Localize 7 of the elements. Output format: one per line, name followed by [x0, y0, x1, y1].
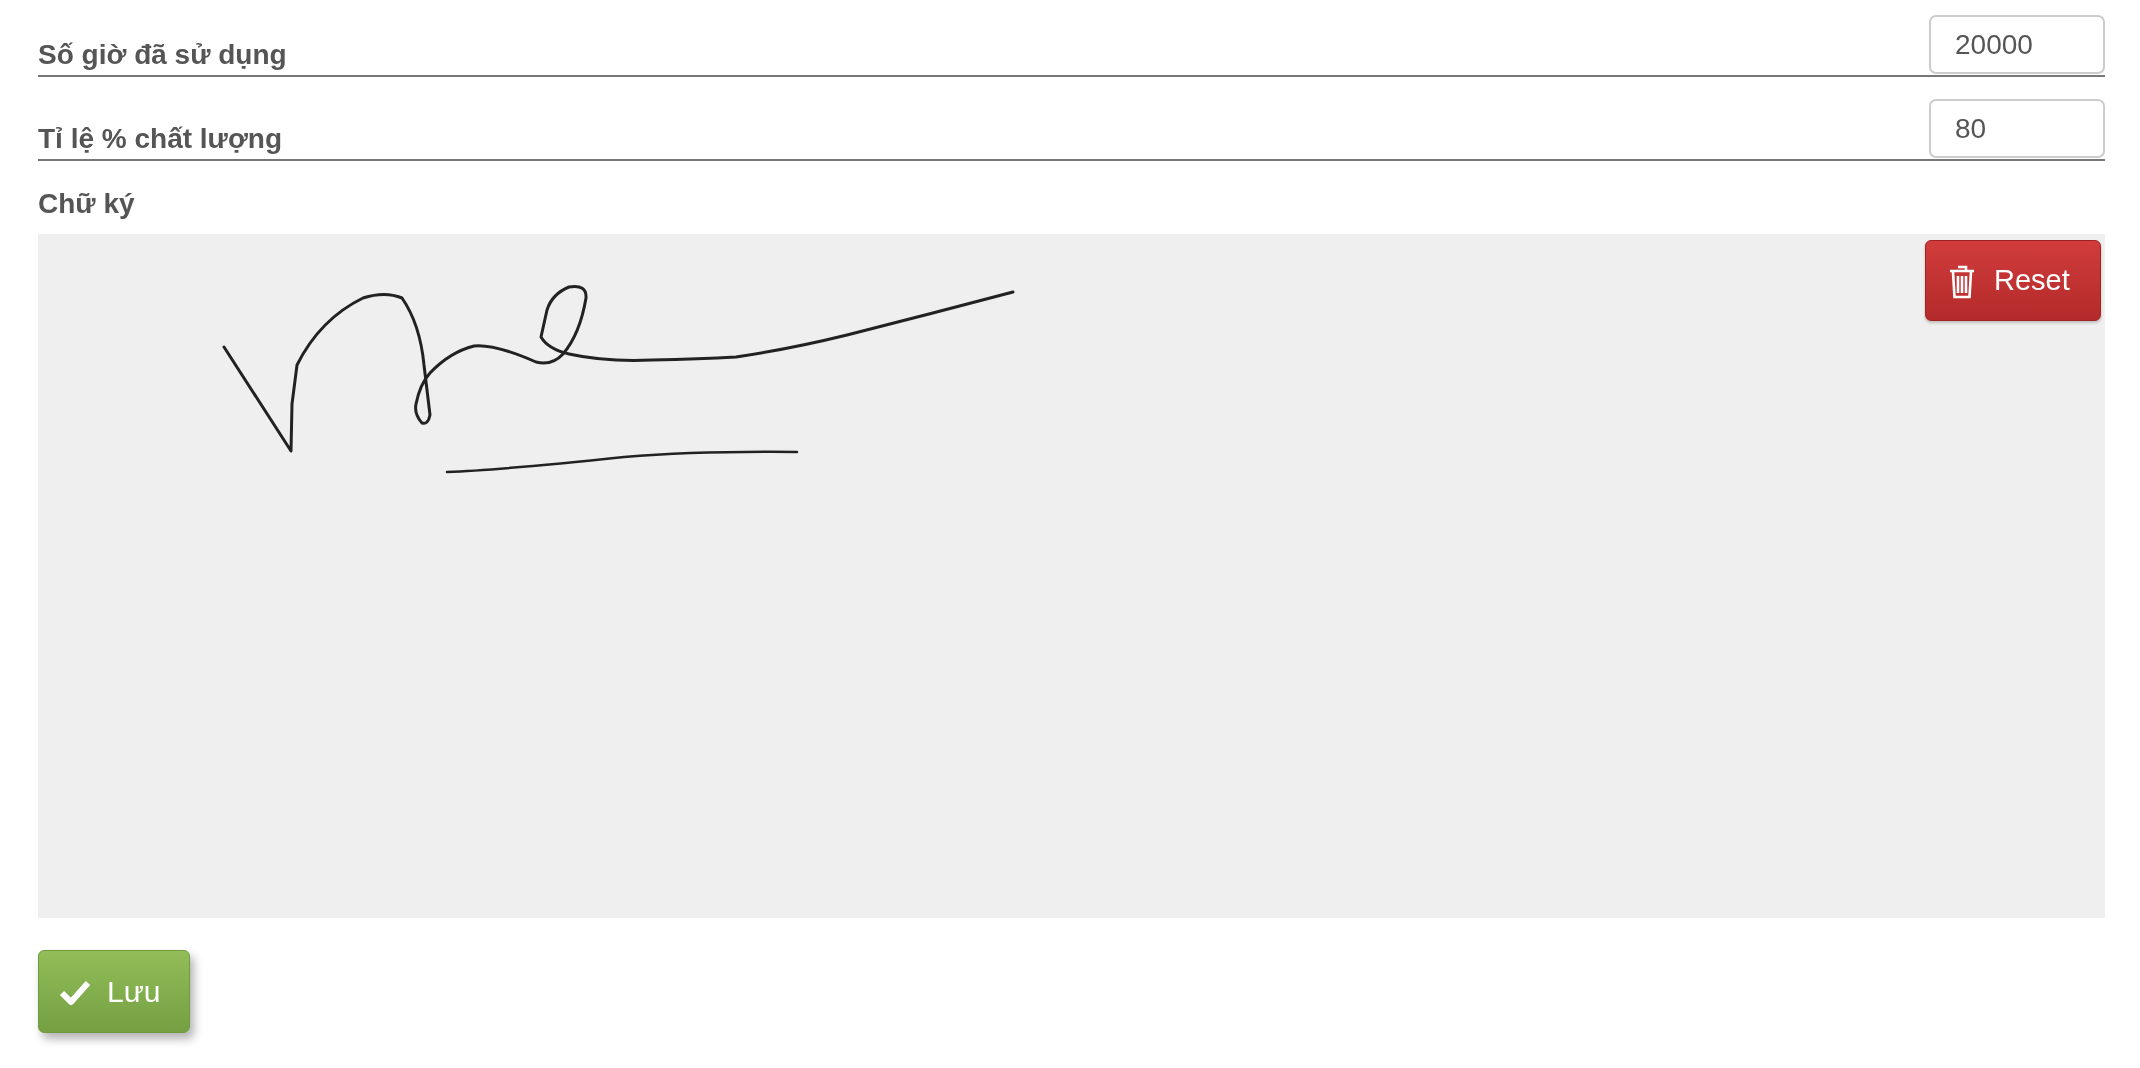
number-field[interactable]: 20000 — [1929, 15, 2105, 74]
field-label: Số giờ đã sử dụng — [38, 39, 287, 72]
field-label: Tỉ lệ % chất lượng — [38, 123, 282, 156]
signature-label: Chữ ký — [38, 188, 135, 220]
reset-button[interactable]: Reset — [1925, 240, 2101, 321]
number-field[interactable]: 80 — [1929, 99, 2105, 158]
signature-pad[interactable]: Reset — [38, 234, 2105, 918]
